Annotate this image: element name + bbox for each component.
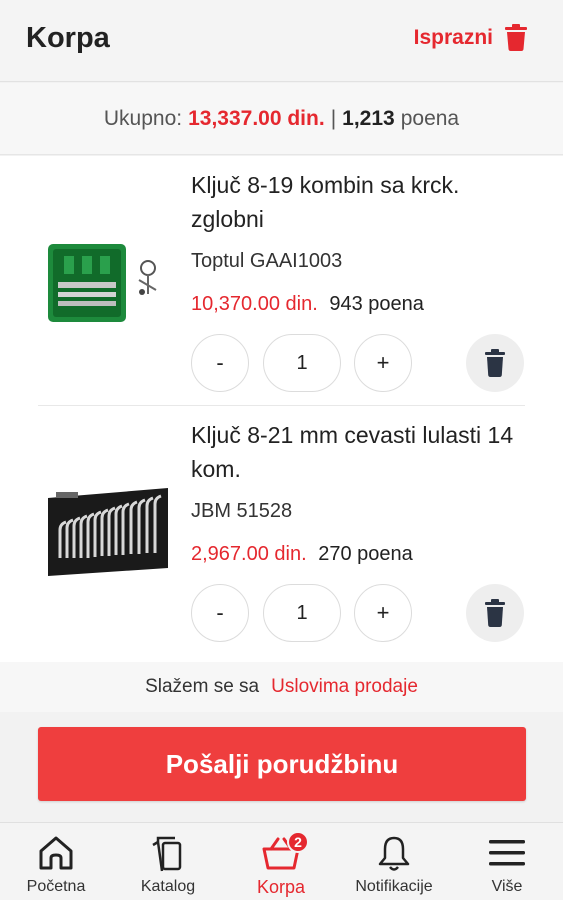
page-title: Korpa bbox=[26, 22, 110, 54]
tab-home[interactable]: Početna bbox=[0, 823, 112, 900]
item-code: Toptul GAAI1003 bbox=[191, 250, 343, 272]
tab-label: Početna bbox=[26, 878, 86, 895]
item-code: JBM 51528 bbox=[191, 500, 293, 522]
menu-icon bbox=[489, 840, 525, 866]
tab-more[interactable]: Više bbox=[451, 823, 563, 900]
cart-count-badge: 2 bbox=[287, 831, 309, 853]
product-image bbox=[44, 234, 172, 330]
cart-item: Ključ 8-19 kombin sa krck. zglobni Toptu… bbox=[0, 156, 563, 406]
tab-label: Korpa bbox=[256, 877, 306, 897]
product-image bbox=[44, 484, 172, 580]
clear-cart-button[interactable]: Isprazni bbox=[414, 24, 527, 51]
item-price: 2,967.00 din. bbox=[191, 543, 307, 565]
tab-label: Više bbox=[491, 878, 523, 895]
trash-icon bbox=[505, 24, 527, 51]
points-value: 1,213 bbox=[342, 106, 395, 130]
item-points: 270 poena bbox=[318, 543, 413, 565]
decrease-quantity-button[interactable]: - bbox=[191, 584, 249, 642]
submit-order-button[interactable]: Pošalji porudžbinu bbox=[38, 727, 526, 801]
remove-item-button[interactable] bbox=[466, 334, 524, 392]
clear-cart-label: Isprazni bbox=[413, 25, 493, 49]
trash-icon bbox=[485, 599, 505, 627]
item-points: 943 poena bbox=[329, 293, 424, 315]
item-price-row: 2,967.00 din. 270 poena bbox=[191, 543, 413, 566]
points-label: poena bbox=[400, 106, 460, 130]
terms-link[interactable]: Uslovima prodaje bbox=[271, 676, 418, 698]
tab-notifications[interactable]: Notifikacije bbox=[338, 823, 450, 900]
catalog-icon bbox=[152, 836, 182, 872]
cart-summary: Ukupno: 13,337.00 din. | 1,213 poena bbox=[0, 83, 563, 155]
tab-catalog[interactable]: Katalog bbox=[112, 823, 224, 900]
item-price: 10,370.00 din. bbox=[191, 293, 318, 315]
app-header: Korpa Isprazni bbox=[0, 0, 563, 82]
tab-cart[interactable]: 2 Korpa bbox=[225, 823, 337, 900]
quantity-value: 1 bbox=[263, 584, 341, 642]
home-icon bbox=[39, 836, 73, 870]
summary-separator: | bbox=[330, 106, 337, 130]
bell-icon bbox=[378, 836, 410, 871]
increase-quantity-button[interactable]: + bbox=[354, 584, 412, 642]
trash-icon bbox=[485, 349, 505, 377]
item-name[interactable]: Ključ 8-21 mm cevasti lulasti 14 kom. bbox=[191, 418, 531, 486]
tab-label: Notifikacije bbox=[355, 878, 433, 895]
cart-item-list: Ključ 8-19 kombin sa krck. zglobni Toptu… bbox=[0, 156, 563, 662]
total-value: 13,337.00 din. bbox=[188, 106, 325, 130]
terms-row: Slažem se sa Uslovima prodaje bbox=[0, 662, 563, 712]
tab-label: Katalog bbox=[140, 878, 196, 895]
bottom-tab-bar: Početna Katalog 2 Korpa Notifikacije Viš… bbox=[0, 822, 563, 900]
quantity-value: 1 bbox=[263, 334, 341, 392]
increase-quantity-button[interactable]: + bbox=[354, 334, 412, 392]
cart-item: Ključ 8-21 mm cevasti lulasti 14 kom. JB… bbox=[0, 406, 563, 656]
terms-text: Slažem se sa bbox=[145, 676, 260, 697]
remove-item-button[interactable] bbox=[466, 584, 524, 642]
item-name[interactable]: Ključ 8-19 kombin sa krck. zglobni bbox=[191, 168, 531, 236]
decrease-quantity-button[interactable]: - bbox=[191, 334, 249, 392]
item-price-row: 10,370.00 din. 943 poena bbox=[191, 293, 424, 316]
total-label: Ukupno: bbox=[103, 106, 183, 130]
